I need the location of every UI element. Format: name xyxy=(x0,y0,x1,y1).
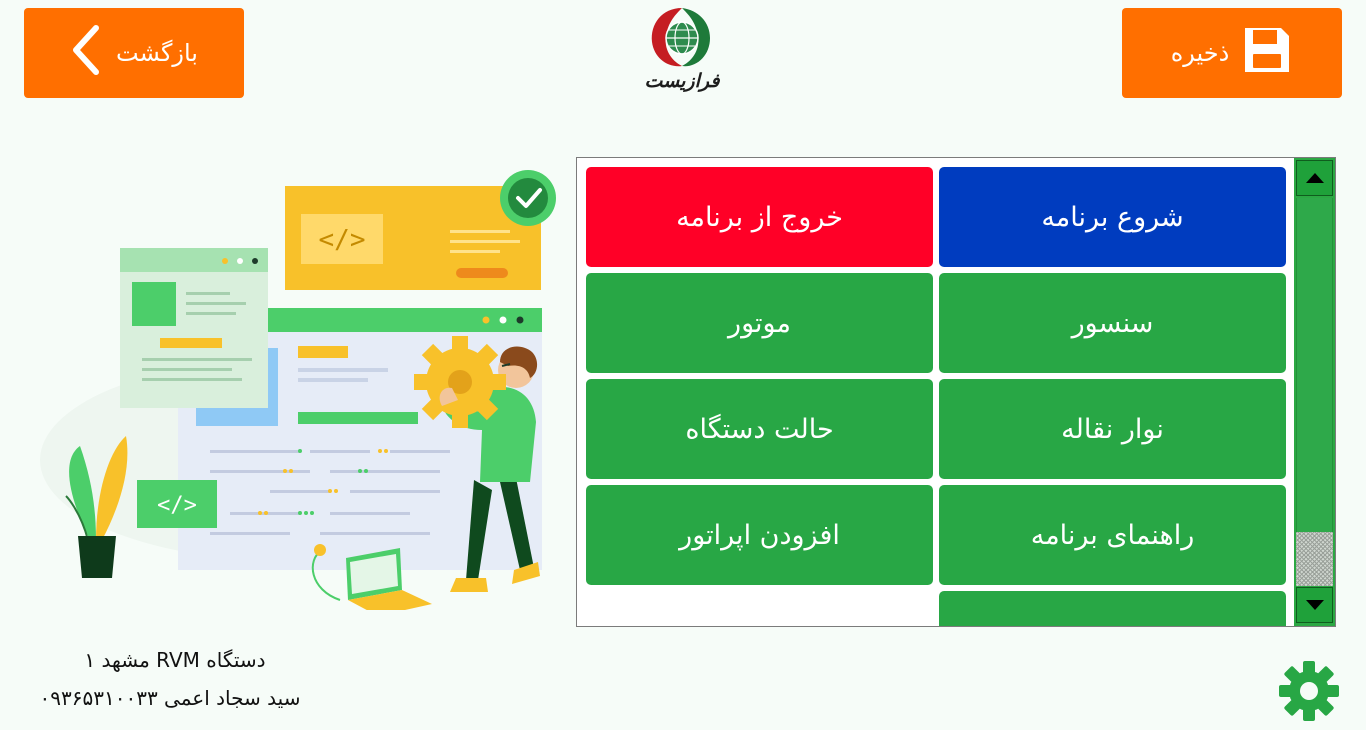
chevron-left-icon xyxy=(70,24,102,82)
developer-illustration: </> </> xyxy=(30,160,560,616)
menu-button-add-operator[interactable]: افزودن اپراتور xyxy=(586,485,933,585)
menu-button-conveyor[interactable]: نوار نقاله xyxy=(939,379,1286,479)
operator-info-text: سید سجاد اعمی ۰۹۳۶۵۳۱۰۰۳۳ xyxy=(39,686,301,710)
gear-icon[interactable] xyxy=(1278,660,1340,722)
menu-button-help[interactable]: راهنمای برنامه xyxy=(939,485,1286,585)
svg-text:</>: </> xyxy=(319,225,366,255)
floppy-disk-icon xyxy=(1241,24,1293,82)
menu-button-partial[interactable] xyxy=(939,591,1286,626)
menu-button-exit-program[interactable]: خروج از برنامه xyxy=(586,167,933,267)
scroll-down-button[interactable] xyxy=(1296,587,1333,623)
device-name-text: دستگاه RVM مشهد ۱ xyxy=(84,648,266,672)
brand-logo: فرازیست xyxy=(636,4,728,100)
menu-scrollbar[interactable] xyxy=(1294,158,1335,626)
back-button[interactable]: بازگشت xyxy=(24,8,244,98)
svg-text:</>: </> xyxy=(157,493,197,518)
globe-logo-icon xyxy=(651,8,710,67)
scroll-thumb[interactable] xyxy=(1296,532,1333,586)
triangle-up-icon xyxy=(1305,173,1324,183)
menu-button-start-program[interactable]: شروع برنامه xyxy=(939,167,1286,267)
triangle-down-icon xyxy=(1305,600,1324,610)
save-button[interactable]: ذخیره xyxy=(1122,8,1342,98)
menu-button-device-mode[interactable]: حالت دستگاه xyxy=(586,379,933,479)
menu-button-motor[interactable]: موتور xyxy=(586,273,933,373)
scroll-track[interactable] xyxy=(1296,198,1333,532)
scroll-up-button[interactable] xyxy=(1296,160,1333,196)
save-button-label: ذخیره xyxy=(1170,39,1230,67)
logo-text: فرازیست xyxy=(644,70,720,92)
back-button-label: بازگشت xyxy=(116,39,198,67)
menu-button-sensor[interactable]: سنسور xyxy=(939,273,1286,373)
menu-panel: شروع برنامه خروج از برنامه سنسور موتور ن… xyxy=(576,157,1336,627)
